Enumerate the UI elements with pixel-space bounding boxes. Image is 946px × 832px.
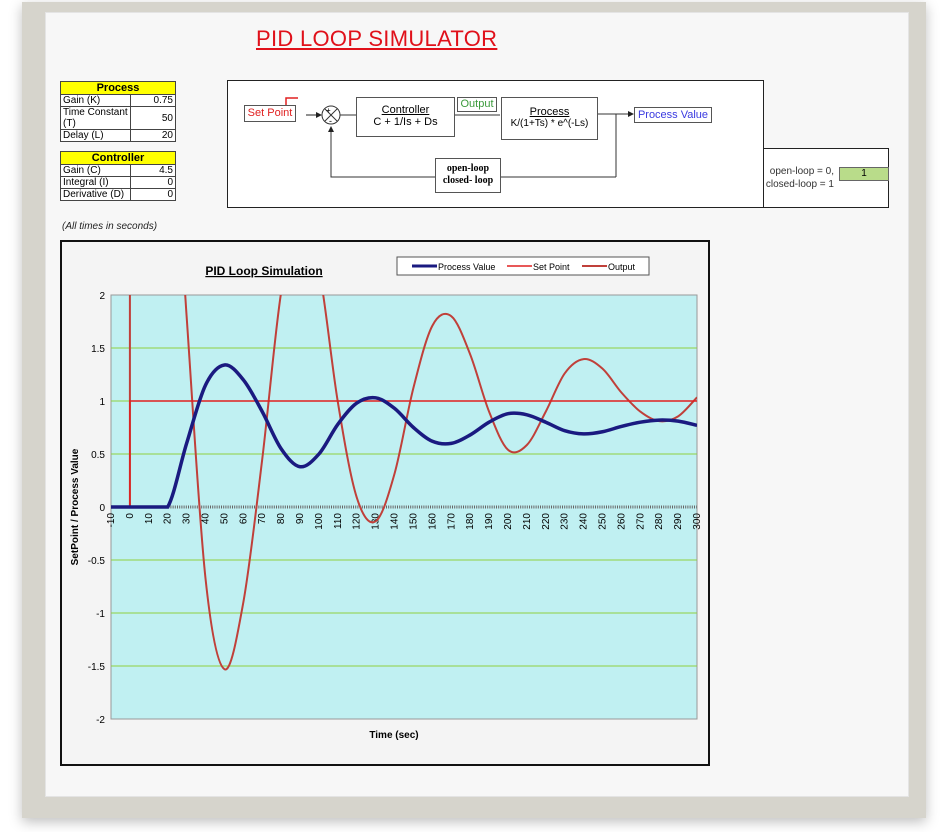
x-tick-label: 70: [257, 513, 268, 525]
loop-switch-block: open-loop closed- loop: [435, 158, 501, 193]
x-tick-label: 90: [295, 513, 306, 525]
chart-container: PID Loop Simulation Process Value Set Po…: [60, 240, 710, 766]
loop-mode-input[interactable]: 1: [839, 167, 889, 181]
controller-block: Controller C + 1/Is + Ds: [356, 97, 455, 137]
x-axis-label: Time (sec): [369, 730, 418, 741]
param-label: Delay (L): [60, 129, 131, 142]
y-tick-label: -1.5: [88, 662, 106, 673]
process-value-label: Process Value: [634, 107, 712, 123]
x-tick-label: 170: [446, 513, 457, 530]
process-block-title: Process: [529, 106, 570, 118]
x-tick-label: 210: [522, 513, 533, 530]
loop-mode-label1: open-loop = 0,: [769, 166, 834, 177]
x-tick-label: 20: [163, 513, 174, 525]
x-tick-label: 200: [503, 513, 514, 530]
x-tick-label: 300: [692, 513, 703, 530]
legend-output: Output: [608, 262, 636, 272]
controller-header: Controller: [60, 151, 176, 165]
set-point-label: Set Point: [244, 105, 296, 122]
derivative-cell[interactable]: 0: [130, 188, 176, 201]
x-tick-label: 280: [654, 513, 665, 530]
time-units-note: (All times in seconds): [62, 221, 158, 232]
pid-chart: PID Loop Simulation Process Value Set Po…: [70, 256, 703, 741]
x-tick-label: 120: [352, 513, 363, 530]
y-tick-label: -2: [96, 715, 105, 726]
page-title: PID LOOP SIMULATOR: [256, 26, 498, 51]
x-tick-label: 110: [333, 513, 344, 529]
integral-cell[interactable]: 0: [130, 176, 176, 189]
x-tick-label: -10: [106, 513, 117, 528]
y-tick-label: -1: [96, 609, 105, 620]
x-tick-label: 40: [201, 513, 212, 525]
legend-set-point: Set Point: [533, 262, 570, 272]
x-tick-label: 180: [465, 513, 476, 530]
x-tick-label: 150: [408, 513, 419, 530]
x-tick-label: 270: [635, 513, 646, 530]
loop-mode-label2: closed-loop = 1: [765, 179, 834, 190]
loop-switch-line1: open-loop: [446, 163, 490, 174]
x-tick-label: 190: [484, 513, 495, 530]
y-axis-label: SetPoint / Process Value: [70, 448, 81, 565]
x-tick-label: 140: [390, 513, 401, 530]
gain-c-cell[interactable]: 4.5: [130, 164, 176, 177]
controller-block-title: Controller: [381, 104, 430, 116]
x-tick-label: 230: [560, 513, 571, 530]
y-tick-label: 2: [99, 291, 105, 302]
x-tick-label: 250: [597, 513, 608, 530]
delay-cell[interactable]: 20: [130, 129, 176, 142]
controller-formula: C + 1/Is + Ds: [373, 116, 438, 128]
x-tick-label: 100: [314, 513, 325, 530]
x-tick-label: 290: [673, 513, 684, 530]
time-constant-cell[interactable]: 50: [130, 106, 176, 130]
x-tick-label: 160: [427, 513, 438, 530]
process-header: Process: [60, 81, 176, 95]
gain-k-cell[interactable]: 0.75: [130, 94, 176, 107]
x-tick-label: 50: [219, 513, 230, 525]
x-tick-label: 260: [616, 513, 627, 530]
y-tick-label: 1: [99, 397, 105, 408]
plus-sign: +: [326, 106, 331, 115]
x-tick-label: 60: [238, 513, 249, 525]
minus-sign: -: [329, 116, 332, 126]
y-tick-label: -0.5: [88, 556, 106, 567]
process-table: Process Gain (K) 0.75 Time Constant (T) 50…: [60, 81, 176, 142]
controller-table: Controller Gain (C) 4.5 Integral (I) 0 Der…: [60, 151, 176, 201]
loop-mode-box: open-loop = 0, closed-loop = 1 1: [763, 148, 889, 208]
x-tick-label: 220: [541, 513, 552, 530]
x-tick-label: 10: [144, 513, 155, 525]
legend: Process Value Set Point Output: [396, 256, 650, 276]
x-tick-label: 240: [579, 513, 590, 530]
param-label: Time Constant (T): [60, 106, 131, 130]
loop-switch-line2: closed- loop: [442, 175, 494, 186]
y-tick-label: 0: [99, 503, 105, 514]
legend-process-value: Process Value: [438, 262, 495, 272]
x-tick-label: 0: [125, 513, 136, 519]
param-label: Gain (C): [60, 164, 131, 177]
param-label: Derivative (D): [60, 188, 131, 201]
process-formula: K/(1+Ts) * e^(-Ls): [510, 118, 589, 129]
x-tick-label: 80: [276, 513, 287, 525]
y-tick-label: 0.5: [91, 450, 105, 461]
param-label: Integral (I): [60, 176, 131, 189]
x-tick-label: 30: [182, 513, 193, 525]
process-block: Process K/(1+Ts) * e^(-Ls): [501, 97, 598, 140]
y-tick-label: 1.5: [91, 344, 105, 355]
block-diagram: + - Set Point Controller C + 1/Is + Ds O…: [227, 80, 764, 208]
chart-title: PID Loop Simulation: [205, 264, 322, 278]
output-label: Output: [457, 97, 497, 112]
param-label: Gain (K): [60, 94, 131, 107]
